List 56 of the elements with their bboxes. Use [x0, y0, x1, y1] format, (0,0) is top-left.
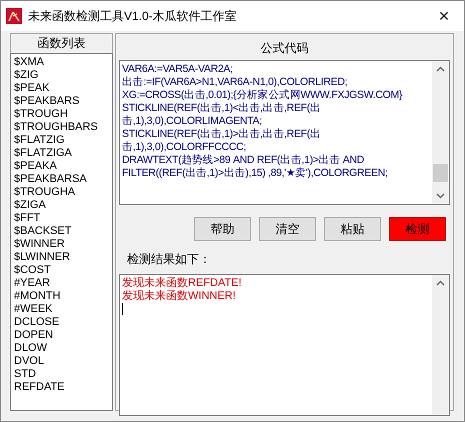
formula-header: 公式代码 — [260, 40, 310, 57]
function-list-item[interactable]: $XMA — [14, 56, 109, 69]
code-line: 击,1),3,0),COLORLIMAGENTA; — [122, 115, 263, 128]
function-list-header: 函数列表 — [10, 33, 113, 53]
function-list-item[interactable]: $PEAK — [14, 82, 109, 95]
action-button[interactable]: 检测 — [389, 217, 446, 241]
code-line: VAR6A:=VAR5A-VAR2A; — [122, 63, 234, 76]
result-line: 发现未来函数WINNER! — [122, 290, 237, 303]
function-list-item[interactable]: DVOL — [14, 355, 109, 368]
function-list-item[interactable]: $TROUGHBARS — [14, 121, 109, 134]
code-line: STICKLINE(REF(出击,1)>出击,出击,REF(出 — [122, 128, 322, 141]
function-list-item[interactable]: $TROUGHA — [14, 186, 109, 199]
function-list-item[interactable]: STD — [14, 368, 109, 381]
function-list-item[interactable]: $TROUGH — [14, 108, 109, 121]
app-logo-icon — [6, 8, 22, 24]
action-button[interactable]: 粘贴 — [324, 217, 381, 241]
function-list-item[interactable]: $WINNER — [14, 238, 109, 251]
function-list-item[interactable]: $LWINNER — [14, 251, 109, 264]
code-line: XG:=CROSS(出击,0.01);{分析家公式网WWW.FXJGSW.COM} — [122, 89, 404, 102]
scroll-thumb[interactable] — [433, 164, 448, 182]
function-list-item[interactable]: #MONTH — [14, 290, 109, 303]
function-list-item[interactable]: #YEAR — [14, 277, 109, 290]
function-list-item[interactable]: DLOW — [14, 342, 109, 355]
window-title: 未来函数检测工具V1.0-木瓜软件工作室 — [28, 8, 238, 24]
results-label: 检测结果如下： — [126, 251, 212, 268]
function-list-item[interactable]: DCLOSE — [14, 316, 109, 329]
function-list-item[interactable]: $ZIGA — [14, 199, 109, 212]
function-list-item[interactable]: REFDATE — [14, 381, 109, 394]
function-list-item[interactable]: #WEEK — [14, 303, 109, 316]
scroll-down-icon[interactable] — [436, 193, 445, 199]
scrollbar[interactable] — [432, 275, 449, 415]
function-list-item[interactable]: $FFT — [14, 212, 109, 225]
code-editor[interactable] — [119, 60, 450, 205]
function-list-item[interactable]: $BACKSET — [14, 225, 109, 238]
function-list-item[interactable]: $FLATZIG — [14, 134, 109, 147]
scroll-up-icon[interactable] — [436, 66, 445, 72]
action-button[interactable]: 清空 — [259, 217, 316, 241]
function-list-item[interactable]: $PEAKA — [14, 160, 109, 173]
close-button[interactable]: ✕ — [424, 8, 464, 24]
result-line: 发现未来函数REFDATE! — [122, 277, 243, 290]
results-box[interactable]: 发现未来函数REFDATE! 发现未来函数WINNER! — [119, 274, 450, 416]
code-line: STICKLINE(REF(出击,1)<出击,出击,REF(出 — [122, 102, 322, 115]
action-button[interactable]: 帮助 — [194, 217, 251, 241]
function-list-item[interactable]: $FLATZIGA — [14, 147, 109, 160]
scrollbar[interactable] — [432, 61, 449, 204]
function-list-item[interactable]: DOPEN — [14, 329, 109, 342]
function-list-item[interactable]: $ZIG — [14, 69, 109, 82]
code-line: DRAWTEXT(趋势线>89 AND REF(出击,1)>出击 AND — [122, 154, 366, 167]
text-cursor — [122, 303, 123, 315]
function-list-item[interactable]: $PEAKBARS — [14, 95, 109, 108]
scroll-up-icon[interactable] — [436, 280, 445, 286]
function-list-item[interactable]: $COST — [14, 264, 109, 277]
function-list-item[interactable]: $PEAKBARSA — [14, 173, 109, 186]
code-line: FILTER((REF(出击,1)>出击),15) ,89,'★卖'),COLORGREEN; — [122, 167, 389, 180]
code-line: 击,1),3,0),COLORFFCCCC; — [122, 141, 247, 154]
code-line: 出击:=IF(VAR6A>N1,VAR6A-N1,0),COLORLIRED; — [122, 76, 348, 89]
